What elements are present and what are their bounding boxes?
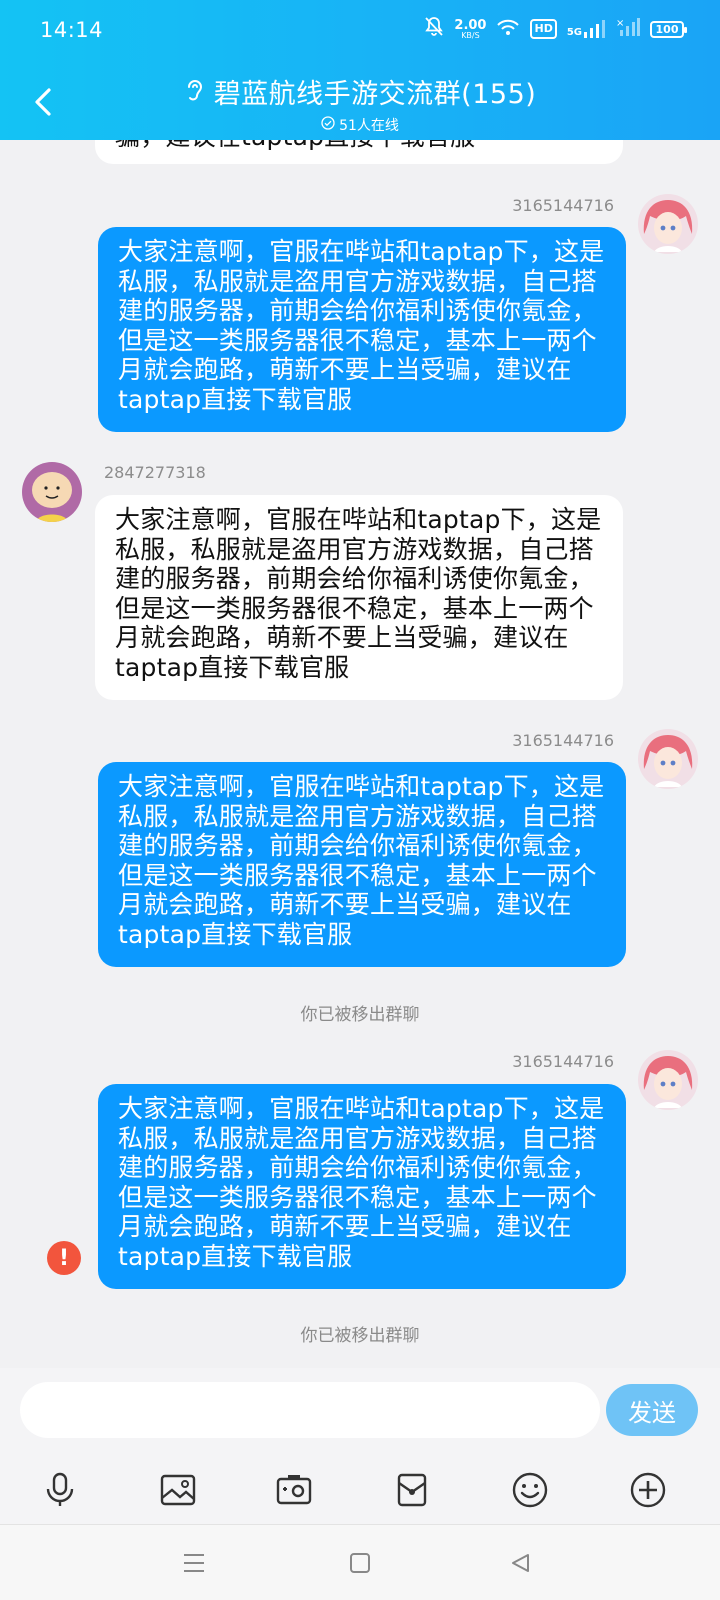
svg-text:×: ×: [616, 18, 624, 29]
message-bubble[interactable]: 大家注意啊，官服在哔站和taptap下，这是私服，私服就是盗用官方游戏数据，自己…: [98, 1084, 626, 1289]
sender-id: 3165144716: [512, 1052, 614, 1071]
check-circle-icon: [321, 116, 335, 134]
red-packet-icon[interactable]: [392, 1470, 432, 1510]
status-icons: 2.00 KB/S HD 5G × 100: [424, 16, 687, 42]
system-nav-bar: [0, 1524, 720, 1600]
chat-area[interactable]: 骗，建议在taptap直接下载官服 3165144716 大家注意啊，官服在哔站…: [0, 140, 720, 1368]
message-bubble[interactable]: 大家注意啊，官服在哔站和taptap下，这是私服，私服就是盗用官方游戏数据，自己…: [95, 495, 623, 700]
net-speed: 2.00 KB/S: [454, 17, 487, 40]
menu-icon[interactable]: [174, 1543, 214, 1583]
battery-icon: 100: [650, 20, 687, 38]
anime-avatar-icon: [638, 194, 698, 254]
home-icon[interactable]: [340, 1543, 380, 1583]
chat-header: 14:14 2.00 KB/S HD 5G × 100 碧蓝航线手游交流群(15…: [0, 0, 720, 140]
message-bubble-partial[interactable]: 骗，建议在taptap直接下载官服: [95, 140, 623, 164]
sender-id: 2847277318: [104, 463, 206, 482]
message-bubble[interactable]: 大家注意啊，官服在哔站和taptap下，这是私服，私服就是盗用官方游戏数据，自己…: [98, 227, 626, 432]
online-status: 51人在线: [0, 115, 720, 135]
online-count: 51人在线: [339, 118, 399, 134]
send-button[interactable]: 发送: [606, 1384, 698, 1436]
group-title: 碧蓝航线手游交流群(155): [213, 79, 537, 110]
avatar[interactable]: [638, 729, 698, 789]
anime-avatar-icon: [638, 1050, 698, 1110]
signal-5g-icon: 5G: [567, 20, 606, 38]
avatar[interactable]: [638, 194, 698, 254]
wifi-icon: [496, 18, 520, 40]
plus-icon[interactable]: [628, 1470, 668, 1510]
avatar[interactable]: [22, 462, 82, 522]
image-icon[interactable]: [158, 1470, 198, 1510]
send-failed-icon[interactable]: !: [47, 1241, 81, 1275]
back-triangle-icon[interactable]: [500, 1543, 540, 1583]
avatar[interactable]: [638, 1050, 698, 1110]
microphone-icon[interactable]: [40, 1470, 80, 1510]
sender-id: 3165144716: [512, 196, 614, 215]
status-bar: 14:14 2.00 KB/S HD 5G × 100: [0, 0, 720, 64]
message-bubble[interactable]: 大家注意啊，官服在哔站和taptap下，这是私服，私服就是盗用官方游戏数据，自己…: [98, 762, 626, 967]
title-area[interactable]: 碧蓝航线手游交流群(155) 51人在线: [0, 72, 720, 135]
hd-badge: HD: [530, 19, 557, 39]
camera-icon[interactable]: [274, 1470, 314, 1510]
status-time: 14:14: [40, 18, 104, 42]
cartoon-avatar-icon: [22, 462, 82, 522]
sender-id: 3165144716: [512, 731, 614, 750]
mute-bell-icon: [424, 16, 444, 42]
system-notice: 你已被移出群聊: [300, 1005, 420, 1025]
signal-x-icon: ×: [616, 18, 640, 40]
ear-icon: [184, 76, 206, 108]
emoji-icon[interactable]: [510, 1470, 550, 1510]
message-input[interactable]: [20, 1382, 600, 1438]
system-notice: 你已被移出群聊: [300, 1326, 420, 1346]
anime-avatar-icon: [638, 729, 698, 789]
